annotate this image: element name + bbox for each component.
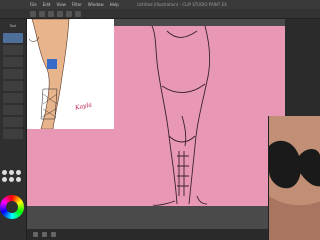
swatch[interactable] (9, 170, 14, 175)
ruler-tool-button[interactable] (3, 129, 23, 139)
move-tool-button[interactable] (3, 93, 23, 103)
swatch[interactable] (2, 177, 7, 182)
brush-tool-button[interactable] (3, 45, 23, 55)
open-file-icon[interactable] (39, 10, 45, 17)
swatch[interactable] (9, 177, 14, 182)
save-icon[interactable] (48, 10, 54, 17)
menu-file[interactable]: File (30, 0, 37, 9)
command-bar (0, 9, 320, 19)
select-tool-button[interactable] (3, 81, 23, 91)
swatch[interactable] (2, 170, 7, 175)
menu-edit[interactable]: Edit (43, 0, 51, 9)
menu-help[interactable]: Help (110, 0, 119, 9)
reference-figure (28, 19, 70, 129)
tool-panel-label: Tool (9, 24, 17, 28)
swatch[interactable] (16, 170, 21, 175)
color-wheel-icon[interactable] (0, 195, 24, 219)
text-tool-button[interactable] (3, 105, 23, 115)
fill-tool-button[interactable] (3, 69, 23, 79)
menu-window[interactable]: Window (88, 0, 104, 9)
webcam-feed (268, 116, 320, 240)
swatch[interactable] (16, 177, 21, 182)
gradient-tool-button[interactable] (3, 117, 23, 127)
clear-icon[interactable] (75, 10, 81, 17)
undo-icon[interactable] (57, 10, 63, 17)
zoom-in-icon[interactable] (42, 232, 47, 237)
webcam-image (269, 116, 320, 240)
menu-view[interactable]: View (56, 0, 66, 9)
zoom-out-icon[interactable] (33, 232, 38, 237)
color-swatches (2, 170, 26, 182)
reference-image: Kayla (27, 19, 114, 129)
redo-icon[interactable] (66, 10, 72, 17)
pen-tool-button[interactable] (3, 33, 23, 43)
status-bar (27, 229, 268, 240)
title-bar: File Edit View Filter Window Help Untitl… (0, 0, 320, 9)
rotate-icon[interactable] (51, 232, 56, 237)
menu-filter[interactable]: Filter (72, 0, 82, 9)
window-title: Untitled (Illustration) - CLIP STUDIO PA… (136, 2, 227, 7)
menu-bar: File Edit View Filter Window Help (0, 0, 119, 9)
eraser-tool-button[interactable] (3, 57, 23, 67)
new-file-icon[interactable] (30, 10, 36, 17)
